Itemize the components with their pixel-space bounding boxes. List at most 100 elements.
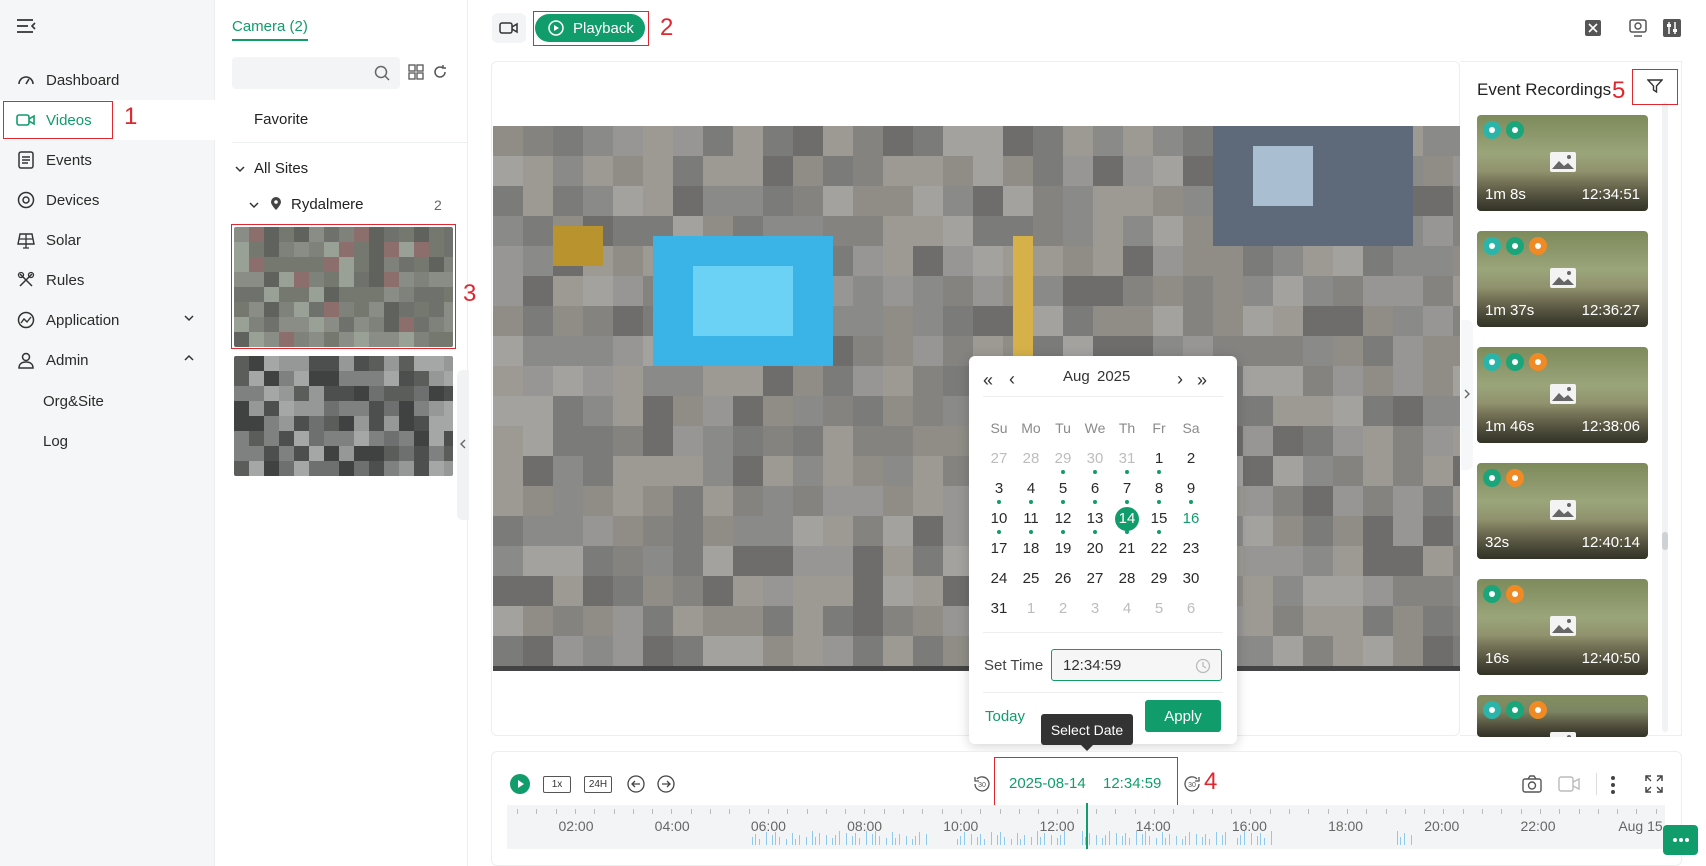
calendar-day[interactable]: 18 [1017, 540, 1045, 557]
nav-item-devices[interactable]: Devices [0, 180, 215, 220]
calendar-day[interactable]: 24 [985, 570, 1013, 587]
24h-mode-button[interactable]: 24H [584, 776, 612, 793]
all-sites-label[interactable]: All Sites [254, 160, 308, 177]
refresh-icon[interactable] [432, 64, 448, 80]
favorite-label[interactable]: Favorite [254, 111, 308, 128]
event-recording-card[interactable]: 16s 12:40:50 [1477, 579, 1648, 675]
next-month-icon[interactable]: › [1177, 369, 1183, 390]
site-name[interactable]: Rydalmere [291, 196, 364, 213]
calendar-day[interactable]: 31 [985, 600, 1013, 617]
collapse-events-handle[interactable] [1461, 320, 1473, 470]
calendar-day[interactable]: 3 [1081, 600, 1109, 617]
chevron-down-icon[interactable] [248, 199, 260, 211]
calendar-day[interactable]: 25 [1017, 570, 1045, 587]
calendar-day[interactable]: 5 [1049, 480, 1077, 497]
calendar-month[interactable]: Aug [1063, 368, 1090, 385]
scrollbar-thumb[interactable] [1662, 532, 1668, 550]
calendar-day[interactable]: 2 [1049, 600, 1077, 617]
camera-thumbnail[interactable] [234, 356, 453, 476]
next-arrow-icon[interactable] [657, 775, 675, 793]
menu-collapse-icon[interactable] [16, 18, 36, 34]
tab-camera[interactable]: Camera (2) [232, 18, 308, 41]
calendar-day[interactable]: 28 [1017, 450, 1045, 467]
prev-month-icon[interactable]: ‹ [1009, 369, 1015, 390]
calendar-day[interactable]: 27 [1081, 570, 1109, 587]
calendar-day[interactable]: 9 [1177, 480, 1205, 497]
calendar-day[interactable]: 20 [1081, 540, 1109, 557]
snapshot-monitor-icon[interactable] [1629, 19, 1647, 37]
calendar-day[interactable]: 30 [1081, 450, 1109, 467]
pixel-block [643, 486, 673, 516]
calendar-day[interactable]: 30 [1177, 570, 1205, 587]
calendar-day[interactable]: 2 [1177, 450, 1205, 467]
calendar-day[interactable]: 6 [1081, 480, 1109, 497]
calendar-day[interactable]: 16 [1177, 510, 1205, 527]
snapshot-camera-icon[interactable] [1522, 775, 1542, 793]
nav-item-solar[interactable]: Solar [0, 220, 215, 260]
calendar-day[interactable]: 26 [1049, 570, 1077, 587]
rewind-30s-icon[interactable]: 30 [973, 775, 991, 793]
event-recording-card[interactable]: 1m 46s 12:38:06 [1477, 347, 1648, 443]
nav-item-dashboard[interactable]: Dashboard [0, 60, 215, 100]
timeline-minor-tick [517, 809, 518, 814]
calendar-day[interactable]: 22 [1145, 540, 1173, 557]
calendar-day[interactable]: 8 [1145, 480, 1173, 497]
calendar-day[interactable]: 31 [1113, 450, 1141, 467]
chat-support-button[interactable] [1663, 825, 1698, 855]
play-icon[interactable] [510, 774, 530, 794]
calendar-day[interactable]: 5 [1145, 600, 1173, 617]
event-recording-card[interactable]: 1m 37s 12:36:27 [1477, 231, 1648, 327]
calendar-day[interactable]: 29 [1049, 450, 1077, 467]
calendar-day[interactable]: 19 [1049, 540, 1077, 557]
grid-view-icon[interactable] [408, 64, 424, 80]
forward-30s-icon[interactable]: 30 [1183, 775, 1201, 793]
calendar-day[interactable]: 3 [985, 480, 1013, 497]
nav-item-application[interactable]: Application [0, 300, 215, 340]
calendar-day[interactable]: 29 [1145, 570, 1173, 587]
live-view-button[interactable] [492, 13, 526, 43]
more-options-icon[interactable] [1610, 775, 1616, 795]
event-recording-card[interactable]: 1m 8s 12:34:51 [1477, 115, 1648, 211]
sidebar-subitem-log[interactable]: Log [43, 433, 68, 450]
calendar-day[interactable]: 17 [985, 540, 1013, 557]
apply-button[interactable]: Apply [1145, 700, 1221, 732]
camera-search-input[interactable] [232, 57, 400, 89]
scrollbar[interactable] [1662, 102, 1668, 732]
prev-year-icon[interactable]: « [983, 370, 993, 391]
close-box-icon[interactable] [1585, 20, 1601, 36]
calendar-day[interactable]: 1 [1145, 450, 1173, 467]
next-year-icon[interactable]: » [1197, 370, 1207, 391]
calendar-day[interactable]: 12 [1049, 510, 1077, 527]
calendar-day-selected[interactable]: 14 [1115, 507, 1139, 531]
calendar-day[interactable]: 13 [1081, 510, 1109, 527]
event-recording-card[interactable]: 32s 12:40:14 [1477, 463, 1648, 559]
chevron-down-icon[interactable] [234, 163, 246, 175]
sidebar-subitem-orgsite[interactable]: Org&Site [43, 393, 104, 410]
calendar-day[interactable]: 4 [1017, 480, 1045, 497]
calendar-day[interactable]: 27 [985, 450, 1013, 467]
calendar-day[interactable]: 28 [1113, 570, 1141, 587]
record-clip-icon[interactable] [1558, 776, 1580, 792]
previous-arrow-icon[interactable] [627, 775, 645, 793]
today-link[interactable]: Today [985, 708, 1025, 725]
speed-button[interactable]: 1x [543, 776, 571, 793]
nav-item-events[interactable]: Events [0, 140, 215, 180]
calendar-day[interactable]: 7 [1113, 480, 1141, 497]
calendar-day[interactable]: 6 [1177, 600, 1205, 617]
calendar-year[interactable]: 2025 [1097, 368, 1130, 385]
collapse-panel-handle[interactable] [457, 370, 469, 520]
calendar-day[interactable]: 11 [1017, 510, 1045, 527]
calendar-day[interactable]: 23 [1177, 540, 1205, 557]
settings-sliders-icon[interactable] [1663, 19, 1681, 37]
calendar-day[interactable]: 15 [1145, 510, 1173, 527]
event-recording-card[interactable] [1477, 695, 1648, 737]
calendar-day[interactable]: 4 [1113, 600, 1141, 617]
nav-item-rules[interactable]: Rules [0, 260, 215, 300]
calendar-day[interactable]: 10 [985, 510, 1013, 527]
time-input[interactable]: 12:34:59 [1051, 649, 1222, 681]
timeline-cursor[interactable] [1086, 803, 1088, 849]
fullscreen-icon[interactable] [1645, 775, 1663, 793]
calendar-day[interactable]: 1 [1017, 600, 1045, 617]
nav-item-admin[interactable]: Admin [0, 340, 215, 380]
calendar-day[interactable]: 21 [1113, 540, 1141, 557]
